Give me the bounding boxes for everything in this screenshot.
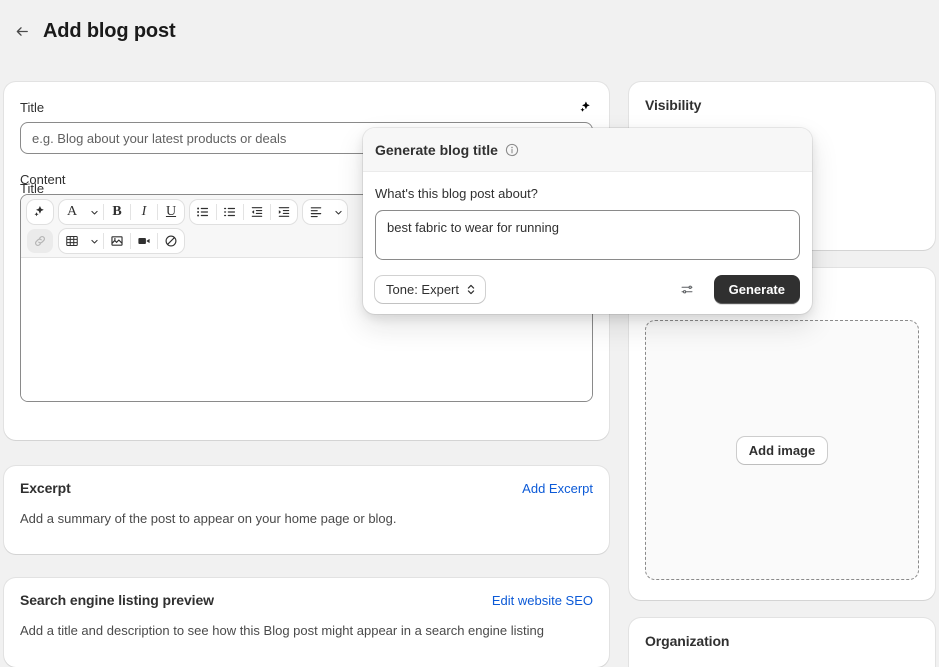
toolbar-bulleted-list-button[interactable] (190, 200, 216, 224)
excerpt-title: Excerpt (20, 480, 71, 496)
image-dropzone[interactable]: Add image (645, 320, 919, 580)
toolbar-group-text: A B I U (59, 200, 184, 224)
clear-formatting-icon (165, 235, 177, 247)
seo-title: Search engine listing preview (20, 592, 214, 608)
toolbar-italic-button[interactable]: I (131, 200, 157, 224)
outdent-icon (251, 207, 263, 217)
chevron-down-icon (334, 210, 342, 214)
link-icon (35, 236, 45, 246)
toolbar-table-caret[interactable] (85, 229, 103, 253)
back-button[interactable] (8, 17, 36, 45)
edit-website-seo-link[interactable]: Edit website SEO (492, 593, 593, 608)
generate-button[interactable]: Generate (713, 275, 800, 304)
toolbar-group-insert (59, 229, 184, 253)
prompt-textarea[interactable] (375, 210, 800, 260)
popover-footer-actions: Generate (674, 275, 800, 304)
seo-header: Search engine listing preview Edit websi… (4, 578, 609, 608)
toolbar-underline-button[interactable]: U (158, 200, 184, 224)
toolbar-indent-button[interactable] (271, 200, 297, 224)
seo-preview-card: Search engine listing preview Edit websi… (4, 578, 609, 667)
organization-title: Organization (645, 633, 730, 649)
toolbar-numbered-list-button[interactable] (217, 200, 243, 224)
generate-blog-title-popover: Generate blog title What's this blog pos… (363, 128, 812, 314)
info-circle-icon[interactable] (505, 143, 519, 157)
image-icon (111, 236, 123, 246)
arrow-left-icon (16, 26, 28, 36)
app-page: Add blog post Title Title Content (0, 0, 939, 667)
excerpt-header: Excerpt Add Excerpt (4, 466, 609, 496)
seo-description: Add a title and description to see how t… (20, 623, 544, 638)
bulleted-list-icon (197, 207, 209, 217)
toolbar-image-button[interactable] (104, 229, 130, 253)
popover-title: Generate blog title (375, 141, 498, 158)
toolbar-paragraph-style-button[interactable]: A (59, 200, 85, 224)
sliders-icon (681, 285, 693, 294)
title-label-text: Title (20, 100, 45, 115)
sparkle-icon (34, 206, 44, 217)
visibility-title: Visibility (645, 97, 702, 113)
prompt-settings-button[interactable] (674, 277, 700, 303)
add-excerpt-link[interactable]: Add Excerpt (522, 481, 593, 496)
text-style-icon: A (66, 204, 78, 219)
toolbar-align-button[interactable] (303, 200, 329, 224)
popover-header: Generate blog title (363, 128, 812, 172)
toolbar-link-button (27, 229, 53, 253)
toolbar-group-ai (27, 200, 53, 224)
underline-icon: U (165, 204, 177, 219)
toolbar-table-button[interactable] (59, 229, 85, 253)
page-header: Add blog post (0, 0, 939, 62)
toolbar-group-align (303, 200, 347, 224)
toolbar-group-lists (190, 200, 297, 224)
toolbar-paragraph-style-caret[interactable] (85, 200, 103, 224)
toolbar-clear-formatting-button[interactable] (158, 229, 184, 253)
excerpt-description: Add a summary of the post to appear on y… (20, 511, 397, 526)
tone-select-label: Tone: Expert (386, 282, 459, 297)
popover-body: What's this blog post about? (363, 172, 812, 265)
tone-select[interactable]: Tone: Expert (375, 276, 485, 303)
excerpt-card: Excerpt Add Excerpt Add a summary of the… (4, 466, 609, 554)
prompt-question: What's this blog post about? (375, 186, 538, 201)
popover-footer: Tone: Expert Generate (363, 265, 812, 304)
featured-image-card: Add image (629, 268, 935, 600)
page-title: Add blog post (43, 19, 176, 42)
toolbar-video-button[interactable] (131, 229, 157, 253)
toolbar-align-caret[interactable] (329, 200, 347, 224)
bold-icon: B (112, 204, 122, 219)
table-icon (66, 235, 78, 247)
italic-icon: I (141, 204, 147, 219)
chevron-up-down-icon (467, 284, 475, 295)
chevron-down-icon (90, 239, 98, 243)
toolbar-generate-content-button[interactable] (27, 200, 53, 224)
indent-icon (278, 207, 290, 217)
chevron-down-icon (90, 210, 98, 214)
add-image-button[interactable]: Add image (736, 436, 828, 464)
video-icon (138, 238, 150, 244)
toolbar-bold-button[interactable]: B (104, 200, 130, 224)
organization-card: Organization (629, 618, 935, 667)
toolbar-group-link (27, 229, 53, 253)
numbered-list-icon (224, 207, 236, 217)
align-left-icon (310, 207, 322, 218)
toolbar-outdent-button[interactable] (244, 200, 270, 224)
